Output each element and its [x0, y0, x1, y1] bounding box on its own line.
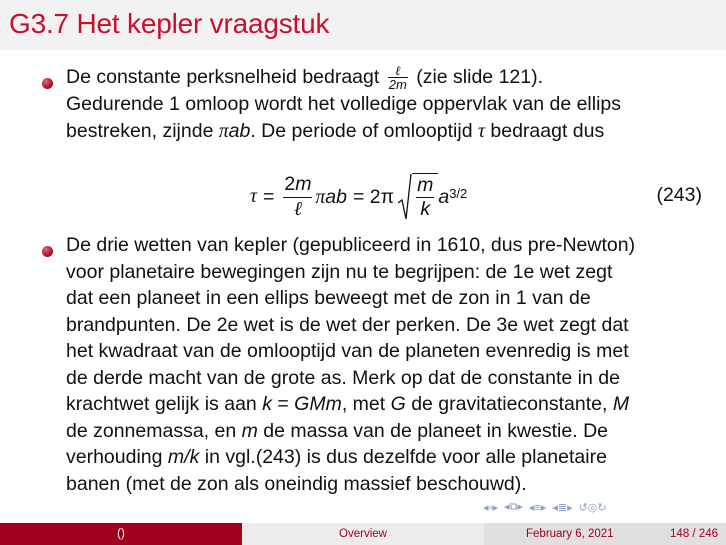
fraction-l-over-2m: ℓ 2m: [387, 63, 408, 93]
beamer-navigation: ◂▫▸ ◂⧉▸ ◂≡▸ ◂≣▸ ↺◎↻: [483, 498, 708, 516]
slide-title: G3.7 Het kepler vraagstuk: [9, 8, 330, 39]
nav-frame-prev-icon[interactable]: ◂▫▸: [483, 501, 498, 514]
equation-number: (243): [656, 184, 702, 206]
text: (zie slide 121).: [416, 66, 544, 88]
text: Gedurende 1 omloop wordt het volledige o…: [66, 93, 622, 116]
nav-doc-icon[interactable]: ◂≣▸: [552, 501, 572, 514]
nav-search-icon[interactable]: ↺◎↻: [579, 501, 607, 514]
text: De constante perksnelheid bedraagt: [66, 66, 380, 88]
footer-left: (): [0, 523, 242, 545]
footer-date: February 6, 2021: [526, 528, 614, 540]
nav-subsection-icon[interactable]: ◂⧉▸: [504, 500, 523, 514]
equation-243: τ = 2m ℓ πab = 2π m k a 3/2 (243): [250, 172, 702, 222]
bullet-1-marker: [42, 78, 53, 89]
title-bar: G3.7 Het kepler vraagstuk: [0, 0, 726, 50]
footer-page: 148 / 246: [670, 528, 718, 540]
bullet-2-marker: [42, 246, 53, 257]
square-root: m k: [397, 172, 439, 222]
nav-section-icon[interactable]: ◂≡▸: [529, 501, 546, 514]
footer-right: February 6, 2021 148 / 246: [484, 523, 726, 545]
fraction-2m-over-l: 2m ℓ: [283, 173, 313, 220]
bullet-2-text: De drie wetten van kepler (gepubliceerd …: [66, 234, 636, 495]
bullet-1-text: De constante perksnelheid bedraagt ℓ 2m …: [66, 64, 706, 145]
footer-center: Overview: [242, 523, 484, 545]
footer: () Overview February 6, 2021 148 / 246: [0, 523, 726, 545]
